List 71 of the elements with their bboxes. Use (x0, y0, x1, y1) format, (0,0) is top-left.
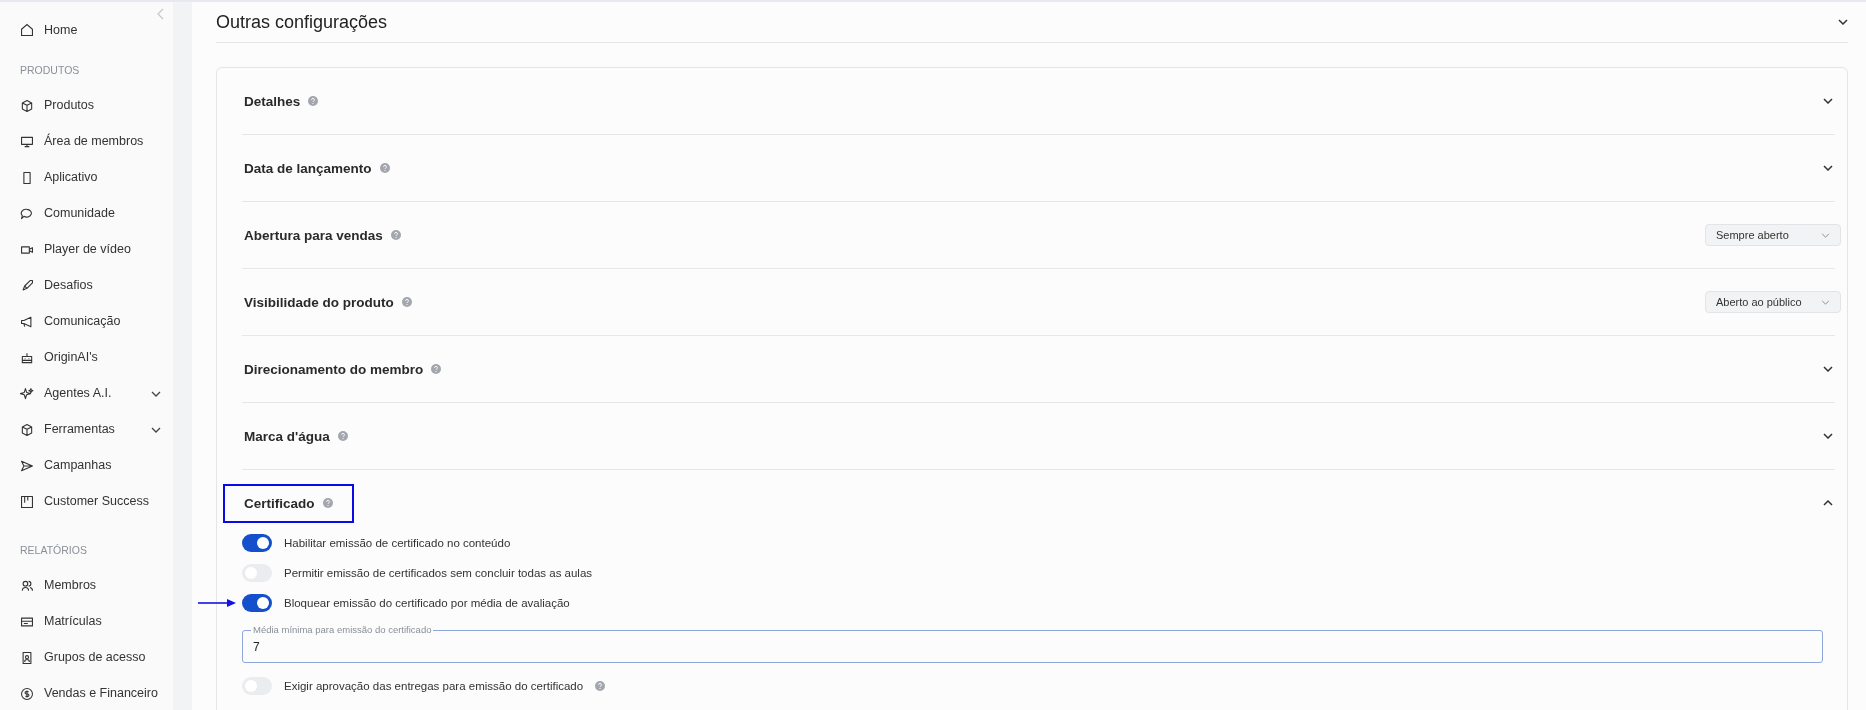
nav-section-heading: PRODUTOS (19, 63, 81, 78)
nav-item[interactable]: Comunidade (0, 196, 173, 232)
badge-icon (20, 651, 34, 665)
nav-item[interactable]: Vendas e Financeiro (0, 676, 173, 710)
nav-item[interactable]: Agentes A.I. (0, 376, 173, 412)
coin-icon (20, 687, 34, 701)
nav-item[interactable]: Área de membros (0, 124, 173, 160)
chevron-down-icon (1821, 299, 1830, 305)
help-icon[interactable] (308, 96, 319, 106)
chevron-down-icon (151, 391, 161, 397)
section-title: Abertura para vendas (244, 227, 383, 243)
select-dropdown[interactable]: Sempre aberto (1705, 224, 1841, 246)
panel-title: Outras configurações (216, 11, 388, 33)
chat-icon (20, 207, 34, 221)
option-label: Permitir emissão de certificados sem concluir todas as aulas (284, 567, 593, 579)
chevron-down-icon (1821, 232, 1830, 238)
board-icon (20, 495, 34, 509)
send-icon (20, 459, 34, 473)
chevron-icon[interactable] (1823, 366, 1833, 372)
section-title: Visibilidade do produto (244, 294, 394, 310)
phone-icon (20, 171, 34, 185)
nav-item[interactable]: Grupos de acesso (0, 640, 173, 676)
nav-item[interactable]: Membros (0, 568, 173, 604)
help-icon[interactable] (431, 364, 442, 374)
cube-icon (20, 423, 34, 437)
chevron-icon[interactable] (1823, 433, 1833, 439)
card-icon (20, 615, 34, 629)
option-label: Bloquear emissão do certificado por média de avaliação (284, 597, 570, 609)
nav-item[interactable]: Comunicação (0, 304, 173, 340)
nav-item[interactable]: Customer Success (0, 484, 173, 520)
collapse-icon[interactable] (157, 8, 165, 20)
nav-item[interactable]: Campanhas (0, 448, 173, 484)
help-icon[interactable] (337, 431, 348, 441)
option-label: Habilitar emissão de certificado no conteúdo (284, 537, 511, 549)
nav-section-heading: RELATÓRIOS (19, 543, 88, 558)
box-icon (20, 99, 34, 113)
people-icon (20, 579, 34, 593)
nav-item[interactable]: Player de vídeo (0, 232, 173, 268)
home-icon (20, 23, 34, 37)
nav-item[interactable]: Ferramentas (0, 412, 173, 448)
help-icon[interactable] (401, 297, 412, 307)
help-icon[interactable] (322, 498, 333, 508)
nav-item[interactable]: Home (0, 12, 173, 48)
nav-item[interactable]: Desafios (0, 268, 173, 304)
section-title: Detalhes (244, 93, 301, 109)
toggle-switch[interactable] (242, 534, 272, 552)
megaphone-icon (20, 315, 34, 329)
section-title: Direcionamento do membro (244, 361, 424, 377)
nav-item[interactable]: OriginAI's (0, 340, 173, 376)
chevron-icon[interactable] (1823, 500, 1833, 506)
toggle-switch[interactable] (242, 594, 272, 612)
chevron-icon[interactable] (1838, 19, 1848, 25)
robot-icon (20, 351, 34, 365)
chevron-icon[interactable] (1823, 165, 1833, 171)
nav-item[interactable]: Aplicativo (0, 160, 173, 196)
option-label: Exigir aprovação das entregas para emissão do certificado (284, 680, 584, 692)
nav-item[interactable]: Produtos (0, 88, 173, 124)
camera-icon (20, 243, 34, 257)
monitor-icon (20, 135, 34, 149)
help-icon[interactable] (390, 230, 401, 240)
help-icon[interactable] (379, 163, 390, 173)
section-title: Data de lançamento (244, 160, 372, 176)
chevron-icon[interactable] (1823, 98, 1833, 104)
section-title: Marca d'água (244, 428, 330, 444)
pointer-arrow (198, 599, 236, 607)
help-icon[interactable] (595, 681, 606, 691)
section-title: Certificado (244, 495, 315, 511)
sparkle-icon (20, 387, 34, 401)
select-dropdown[interactable]: Aberto ao público (1705, 291, 1841, 313)
chevron-down-icon (151, 427, 161, 433)
nav-item[interactable]: Matrículas (0, 604, 173, 640)
